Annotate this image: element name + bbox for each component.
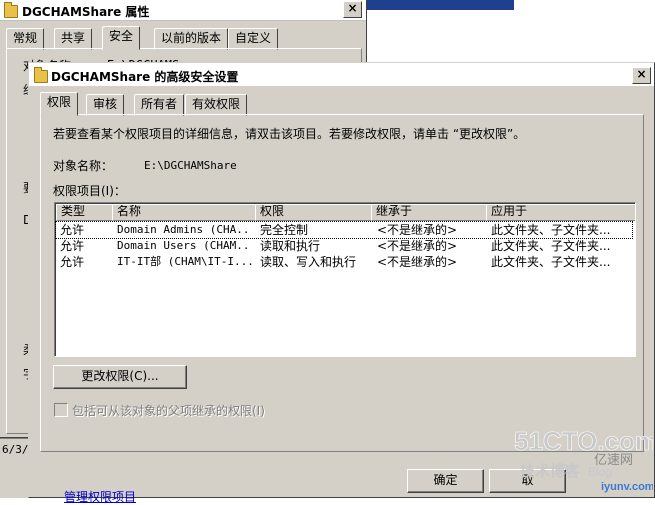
cell-type: 允许 xyxy=(60,239,85,253)
cell-name: IT-IT部 (CHAM\IT-I... xyxy=(117,255,252,268)
cell-permission: 读取和执行 xyxy=(260,239,321,253)
permission-entries-label: 权限项目(I)： xyxy=(53,184,126,198)
tab-auditing[interactable]: 审核 xyxy=(86,94,125,116)
cell-name: Domain Users (CHAM... xyxy=(117,239,252,252)
properties-title: DGCHAMShare 属性 xyxy=(22,5,150,19)
ok-button[interactable]: 确定 xyxy=(407,469,484,493)
column-header-applies-to[interactable]: 应用于 xyxy=(486,204,635,221)
table-row[interactable]: 允许 Domain Users (CHAM... 读取和执行 <不是继承的> 此… xyxy=(56,238,632,254)
tab-permissions[interactable]: 权限 xyxy=(40,92,79,116)
folder-icon xyxy=(4,2,18,18)
watermark-line1: 51CTO.com xyxy=(514,426,653,456)
cell-applies-to: 此文件夹、子文件夹... xyxy=(491,239,611,253)
cell-inherited-from: <不是继承的> xyxy=(377,255,458,269)
advanced-tabs: 权限 审核 所有者 有效权限 xyxy=(40,92,640,116)
watermark-url: iyunv.com xyxy=(601,481,653,493)
cell-type: 允许 xyxy=(60,255,85,269)
column-header-inherited-from[interactable]: 继承于 xyxy=(371,204,492,221)
inherit-permissions-label: 包括可从该对象的父项继承的权限(I) xyxy=(72,404,265,418)
column-header-type[interactable]: 类型 xyxy=(56,204,118,221)
advanced-close-button[interactable]: × xyxy=(632,67,651,84)
background-window-strip: 6/3/ xyxy=(0,438,30,498)
watermark-side-text: 亿速网 xyxy=(594,453,633,468)
cell-inherited-from: <不是继承的> xyxy=(377,223,458,237)
cell-permission: 完全控制 xyxy=(260,223,309,237)
tab-general[interactable]: 常规 xyxy=(6,28,45,50)
site-watermark: 51CTO.com 技术博客 Blog 亿速网 iyunv.com xyxy=(514,426,653,493)
background-date-fragment: 6/3/ xyxy=(2,443,29,456)
cell-applies-to: 此文件夹、子文件夹... xyxy=(491,255,611,269)
table-row[interactable]: 允许 IT-IT部 (CHAM\IT-I... 读取、写入和执行 <不是继承的>… xyxy=(56,254,632,270)
object-name-value: E:\DGCHAMShare xyxy=(144,159,237,172)
column-header-name[interactable]: 名称 xyxy=(112,204,261,221)
properties-title-bar[interactable]: DGCHAMShare 属性 × xyxy=(0,0,366,21)
inherit-permissions-checkbox[interactable] xyxy=(54,403,68,417)
tab-owner[interactable]: 所有者 xyxy=(134,94,185,116)
cell-applies-to: 此文件夹、子文件夹... xyxy=(491,223,611,237)
watermark-line2: 技术博客 xyxy=(520,462,581,480)
cell-permission: 读取、写入和执行 xyxy=(260,255,357,269)
tab-customize[interactable]: 自定义 xyxy=(228,28,279,50)
table-row[interactable]: 允许 Domain Admins (CHA... 完全控制 <不是继承的> 此文… xyxy=(55,221,633,239)
advanced-title-bar[interactable]: DGCHAMShare 的高级安全设置 × xyxy=(29,63,654,86)
cell-inherited-from: <不是继承的> xyxy=(377,239,458,253)
properties-close-button[interactable]: × xyxy=(343,1,362,18)
background-taskbar-strip xyxy=(367,0,514,10)
tab-security[interactable]: 安全 xyxy=(102,26,141,50)
properties-tabs: 常规 共享 安全 以前的版本 自定义 xyxy=(6,26,361,50)
object-name-label: 对象名称： xyxy=(53,159,114,173)
tab-sharing[interactable]: 共享 xyxy=(54,28,93,50)
permissions-panel: 若要查看某个权限项目的详细信息，请双击该项目。若要修改权限，请单击 “更改权限”… xyxy=(40,114,644,504)
manage-permission-entries-link[interactable]: 管理权限项目 xyxy=(64,488,136,505)
tab-previous-versions[interactable]: 以前的版本 xyxy=(154,28,229,50)
cell-type: 允许 xyxy=(60,223,85,237)
permissions-description: 若要查看某个权限项目的详细信息，请双击该项目。若要修改权限，请单击 “更改权限”… xyxy=(53,127,526,141)
folder-icon xyxy=(34,67,48,83)
cell-name: Domain Admins (CHA... xyxy=(117,223,252,236)
advanced-title: DGCHAMShare 的高级安全设置 xyxy=(51,70,239,84)
column-header-permission[interactable]: 权限 xyxy=(255,204,377,221)
tab-effective-permissions[interactable]: 有效权限 xyxy=(185,94,248,116)
change-permissions-button[interactable]: 更改权限(C)... xyxy=(53,365,187,389)
permission-entries-list[interactable]: 类型 名称 权限 继承于 应用于 允许 Domain Admins (CHA..… xyxy=(54,202,636,357)
